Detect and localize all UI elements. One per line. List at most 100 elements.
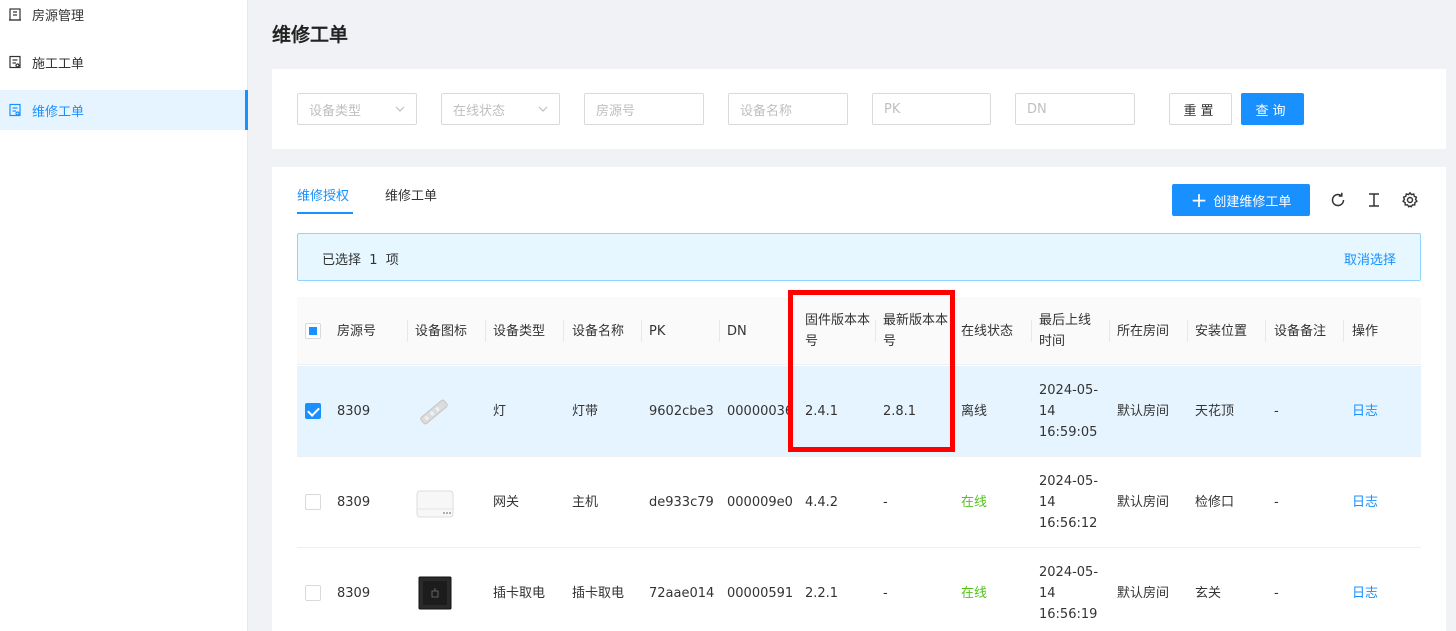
cell-last-online-time: 2024-05- 14 16:59:05 bbox=[1031, 366, 1098, 457]
sidebar: 房源管理 施工工单 维修工单 bbox=[0, 0, 248, 631]
chevron-down-icon bbox=[395, 106, 405, 112]
tab-active-indicator bbox=[297, 212, 353, 214]
cell-location: 天花顶 bbox=[1195, 404, 1235, 419]
cell-firmware-version: 2.2.1 bbox=[805, 586, 839, 601]
table-row[interactable]: 8309 网关 主机 de933c79 000009e0 4.4.2 - 在线 … bbox=[297, 457, 1421, 548]
row-checkbox[interactable] bbox=[305, 494, 321, 510]
selection-count-text: 已选择 1 项 bbox=[322, 253, 399, 268]
cell-last-online-time: 2024-05- 14 16:56:19 bbox=[1031, 548, 1098, 631]
cell-device-type: 灯 bbox=[493, 404, 507, 419]
pk-input[interactable]: PK bbox=[872, 93, 991, 125]
log-link[interactable]: 日志 bbox=[1344, 366, 1378, 457]
cell-latest-version: - bbox=[883, 586, 888, 601]
page-title: 维修工单 bbox=[272, 24, 349, 46]
sidebar-item-label: 房源管理 bbox=[32, 8, 85, 24]
chevron-down-icon bbox=[538, 106, 548, 112]
sidebar-item-label: 维修工单 bbox=[32, 104, 85, 120]
col-device-type: 设备类型 bbox=[493, 323, 546, 339]
cell-note: - bbox=[1274, 404, 1279, 419]
cell-location: 玄关 bbox=[1195, 586, 1222, 601]
column-height-icon[interactable] bbox=[1365, 191, 1383, 209]
cell-dn: 00000591 bbox=[727, 586, 794, 601]
row-checkbox[interactable] bbox=[305, 585, 321, 601]
cell-online-status: 在线 bbox=[961, 495, 988, 510]
selection-alert: 已选择 1 项 取消选择 bbox=[297, 233, 1421, 281]
time-line: 2024-05- bbox=[1039, 565, 1099, 580]
cell-device-name: 主机 bbox=[572, 495, 599, 510]
pk-placeholder: PK bbox=[884, 101, 901, 117]
create-repair-order-button[interactable]: + 创建维修工单 bbox=[1172, 184, 1310, 216]
cell-note: - bbox=[1274, 586, 1279, 601]
time-line: 16:56:19 bbox=[1039, 607, 1098, 622]
cell-latest-version: - bbox=[883, 495, 888, 510]
cell-room: 默认房间 bbox=[1117, 495, 1170, 510]
time-line: 2024-05- bbox=[1039, 474, 1099, 489]
time-line: 14 bbox=[1039, 495, 1056, 510]
device-type-placeholder: 设备类型 bbox=[309, 103, 362, 119]
plus-icon: + bbox=[1190, 188, 1208, 212]
reset-button[interactable]: 重置 bbox=[1169, 93, 1232, 125]
online-status-select[interactable]: 在线状态 bbox=[441, 93, 560, 125]
col-location: 安装位置 bbox=[1195, 323, 1248, 339]
time-line: 16:56:12 bbox=[1039, 516, 1098, 531]
query-button[interactable]: 查询 bbox=[1241, 93, 1304, 125]
col-device-name: 设备名称 bbox=[572, 323, 625, 339]
cell-dn: 000009e0 bbox=[727, 495, 793, 510]
time-line: 14 bbox=[1039, 404, 1056, 419]
col-dn: DN bbox=[727, 323, 747, 339]
cell-online-status: 在线 bbox=[961, 586, 988, 601]
col-online-status: 在线状态 bbox=[961, 323, 1014, 339]
sidebar-item-construction-order[interactable]: 施工工单 bbox=[0, 42, 248, 82]
cell-device-type: 插卡取电 bbox=[493, 586, 546, 601]
tab-repair-authorization[interactable]: 维修授权 bbox=[297, 185, 349, 204]
building-icon bbox=[8, 7, 22, 21]
refresh-icon[interactable] bbox=[1329, 191, 1347, 209]
col-note: 设备备注 bbox=[1274, 323, 1327, 339]
dn-input[interactable]: DN bbox=[1015, 93, 1135, 125]
device-type-select[interactable]: 设备类型 bbox=[297, 93, 417, 125]
settings-icon[interactable] bbox=[1401, 191, 1419, 209]
sidebar-item-label: 施工工单 bbox=[32, 56, 85, 72]
light-strip-icon bbox=[420, 399, 448, 425]
log-link[interactable]: 日志 bbox=[1344, 457, 1378, 548]
version-highlight-annotation bbox=[788, 290, 955, 452]
cell-house-no: 8309 bbox=[337, 586, 371, 601]
card-switch-icon bbox=[418, 576, 452, 610]
col-room: 所在房间 bbox=[1117, 323, 1170, 339]
cell-room: 默认房间 bbox=[1117, 404, 1170, 419]
online-status-placeholder: 在线状态 bbox=[453, 103, 506, 119]
house-no-placeholder: 房源号 bbox=[596, 103, 636, 119]
col-last-online-time: 最后上线 时间 bbox=[1031, 297, 1091, 365]
time-line: 16:59:05 bbox=[1039, 425, 1098, 440]
sidebar-item-house-management[interactable]: 房源管理 bbox=[0, 0, 248, 34]
cell-pk: 9602cbe3 bbox=[649, 404, 714, 419]
time-line: 2024-05- bbox=[1039, 383, 1099, 398]
cell-note: - bbox=[1274, 495, 1279, 510]
cell-house-no: 8309 bbox=[337, 404, 371, 419]
col-device-icon: 设备图标 bbox=[415, 323, 468, 339]
table-row[interactable]: 8309 插卡取电 插卡取电 72aae014 00000591 2.2.1 -… bbox=[297, 548, 1421, 631]
cell-device-type: 网关 bbox=[493, 495, 520, 510]
tab-repair-order[interactable]: 维修工单 bbox=[385, 185, 437, 204]
sidebar-item-repair-order[interactable]: 维修工单 bbox=[0, 90, 248, 130]
house-no-input[interactable]: 房源号 bbox=[584, 93, 704, 125]
cell-device-name: 灯带 bbox=[572, 404, 599, 419]
document-icon bbox=[8, 103, 22, 117]
cell-house-no: 8309 bbox=[337, 495, 371, 510]
col-pk: PK bbox=[649, 323, 666, 339]
dn-placeholder: DN bbox=[1027, 101, 1047, 117]
create-button-label: 创建维修工单 bbox=[1213, 194, 1292, 210]
cell-dn: 00000036 bbox=[727, 404, 794, 419]
document-icon bbox=[8, 55, 22, 69]
device-name-input[interactable]: 设备名称 bbox=[728, 93, 848, 125]
cell-location: 检修口 bbox=[1195, 495, 1235, 510]
select-all-checkbox[interactable] bbox=[305, 323, 321, 339]
row-checkbox[interactable] bbox=[305, 403, 321, 419]
cancel-selection-link[interactable]: 取消选择 bbox=[1344, 249, 1396, 268]
header-line: 最后上线 bbox=[1039, 313, 1092, 328]
cell-pk: de933c79 bbox=[649, 495, 714, 510]
device-name-placeholder: 设备名称 bbox=[740, 103, 793, 119]
col-house-no: 房源号 bbox=[337, 323, 377, 339]
col-action: 操作 bbox=[1352, 323, 1379, 339]
log-link[interactable]: 日志 bbox=[1344, 548, 1378, 631]
